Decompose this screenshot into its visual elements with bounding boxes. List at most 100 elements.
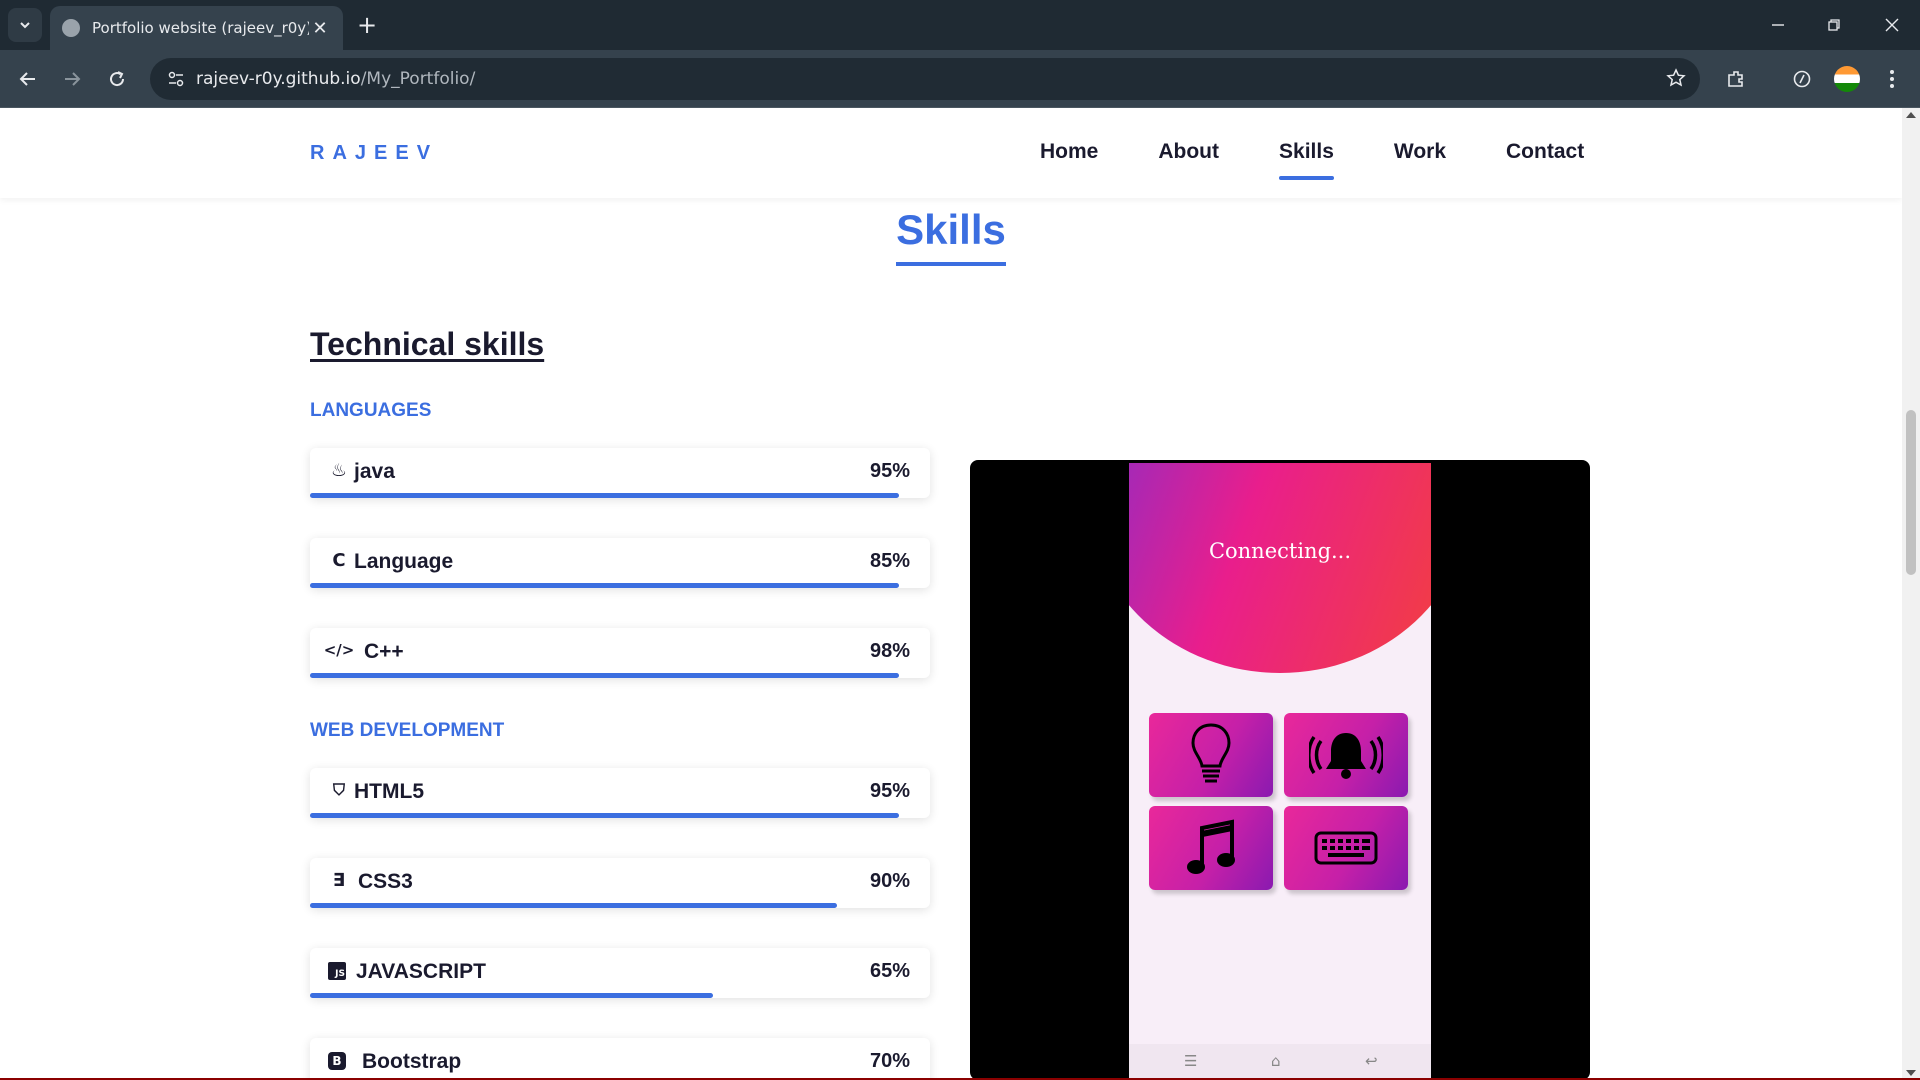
extensions-button[interactable]: [1720, 63, 1752, 95]
address-bar[interactable]: rajeev-r0y.github.io/My_Portfolio/: [150, 58, 1700, 100]
html5-icon: ⛉: [332, 780, 345, 799]
page-viewport: RAJEEV Home About Skills Work Contact Sk…: [0, 108, 1902, 1080]
skill-percent: 95%: [869, 460, 910, 482]
site-info-icon[interactable]: [156, 70, 196, 88]
phone-screen: Connecting... ☰ ⌂ ↩: [1129, 463, 1431, 1080]
forward-button[interactable]: [54, 61, 90, 97]
minimize-button[interactable]: [1750, 0, 1806, 50]
skill-name: JAVASCRIPT: [356, 960, 486, 983]
arrow-left-icon: [19, 72, 35, 86]
back-button[interactable]: [10, 61, 46, 97]
skill-card-bootstrap: B Bootstrap 70%: [310, 1038, 930, 1080]
star-icon: [1666, 68, 1686, 87]
url-host: rajeev-r0y.github.io: [196, 69, 361, 89]
skill-percent: 98%: [869, 640, 910, 662]
skill-name: CSS3: [358, 870, 413, 893]
technical-skills-heading: Technical skills: [310, 326, 545, 362]
skill-card-cpp: </> C++ 98%: [310, 628, 930, 678]
skill-name: C++: [364, 640, 404, 663]
site-nav: Home About Skills Work Contact: [1040, 140, 1584, 180]
puzzle-icon: [1728, 71, 1743, 87]
skill-name: Bootstrap: [362, 1050, 462, 1073]
tab-close-button[interactable]: ✕: [309, 18, 331, 39]
music-note-icon: [1187, 819, 1235, 874]
bell-tile: [1284, 713, 1408, 797]
skill-name: java: [354, 460, 395, 483]
globe-icon: [62, 19, 80, 37]
bootstrap-icon: B: [328, 1052, 346, 1070]
skill-progress-bar: [310, 673, 899, 678]
skill-card-java: ♨ java 95%: [310, 448, 930, 498]
speedometer-icon: [1793, 70, 1811, 88]
music-tile: [1149, 806, 1273, 890]
skill-card-html5: ⛉ HTML5 95%: [310, 768, 930, 818]
arrow-right-icon: [65, 72, 81, 86]
skill-percent: 90%: [869, 870, 910, 892]
section-title-text: Skills: [896, 206, 1006, 266]
c-icon: C: [332, 549, 346, 571]
tab-title: Portfolio website (rajeev_r0y): [92, 19, 309, 37]
site-header: RAJEEV Home About Skills Work Contact: [0, 108, 1902, 198]
scroll-down-arrow[interactable]: [1906, 1070, 1916, 1076]
keyboard-tile: [1284, 806, 1408, 890]
connecting-status: Connecting...: [1208, 539, 1352, 563]
lightbulb-tile: [1149, 713, 1273, 797]
code-icon: </>: [323, 641, 355, 659]
nav-work[interactable]: Work: [1394, 140, 1446, 174]
scroll-thumb[interactable]: [1906, 410, 1916, 575]
more-vertical-icon: [1890, 70, 1894, 88]
skill-percent: 65%: [869, 960, 910, 982]
skill-progress-bar: [310, 813, 899, 818]
minimize-icon: [1772, 24, 1784, 26]
new-tab-button[interactable]: +: [352, 10, 382, 40]
skill-percent: 70%: [869, 1050, 910, 1072]
skill-progress-bar: [310, 583, 899, 588]
languages-label: LANGUAGES: [310, 400, 432, 421]
site-logo[interactable]: RAJEEV: [310, 142, 438, 165]
home-icon: ⌂: [1271, 1052, 1281, 1070]
nav-skills[interactable]: Skills: [1279, 140, 1334, 180]
javascript-icon: JS: [328, 962, 346, 980]
lightbulb-icon: [1191, 723, 1231, 783]
profile-avatar[interactable]: [1834, 66, 1860, 92]
back-icon: ↩: [1365, 1052, 1378, 1070]
section-title: Skills: [0, 206, 1902, 266]
keyboard-icon: [1314, 831, 1378, 865]
skill-percent: 85%: [869, 550, 910, 572]
skill-progress-bar: [310, 903, 837, 908]
browser-tabbar: Portfolio website (rajeev_r0y) ✕ +: [0, 0, 1920, 50]
nav-about[interactable]: About: [1158, 140, 1219, 174]
tune-icon: [168, 71, 184, 87]
restore-button[interactable]: [1806, 0, 1862, 50]
scroll-up-arrow[interactable]: [1906, 112, 1916, 118]
gradient-header: [1129, 463, 1431, 673]
skill-card-css3: ∃ CSS3 90%: [310, 858, 930, 908]
nav-contact[interactable]: Contact: [1506, 140, 1584, 174]
browser-tab-active[interactable]: Portfolio website (rajeev_r0y) ✕: [50, 6, 343, 50]
skill-card-javascript: JS JAVASCRIPT 65%: [310, 948, 930, 998]
reload-icon: [110, 71, 125, 87]
phone-system-nav: ☰ ⌂ ↩: [1129, 1044, 1431, 1080]
browser-toolbar: rajeev-r0y.github.io/My_Portfolio/: [0, 50, 1920, 108]
menu-button[interactable]: [1876, 63, 1908, 95]
tab-search-button[interactable]: [8, 8, 42, 42]
skill-percent: 95%: [869, 780, 910, 802]
skill-card-c: C Language 85%: [310, 538, 930, 588]
menu-icon: ☰: [1184, 1052, 1198, 1070]
bell-ringing-icon: [1309, 733, 1383, 779]
url-text[interactable]: rajeev-r0y.github.io/My_Portfolio/: [196, 69, 475, 89]
skill-name: Language: [354, 550, 454, 573]
nav-home[interactable]: Home: [1040, 140, 1098, 174]
close-window-button[interactable]: [1864, 0, 1920, 50]
page-scrollbar[interactable]: [1902, 108, 1920, 1080]
close-icon: [1885, 18, 1899, 32]
web-development-label: WEB DEVELOPMENT: [310, 720, 505, 741]
skill-progress-bar: [310, 993, 713, 998]
reload-button[interactable]: [99, 61, 135, 97]
restore-icon: [1828, 19, 1840, 31]
performance-button[interactable]: [1786, 63, 1818, 95]
demo-video[interactable]: Connecting... ☰ ⌂ ↩: [970, 460, 1590, 1080]
bookmark-star-icon[interactable]: [1666, 68, 1686, 92]
skill-name: HTML5: [354, 780, 424, 803]
skill-progress-bar: [310, 493, 899, 498]
